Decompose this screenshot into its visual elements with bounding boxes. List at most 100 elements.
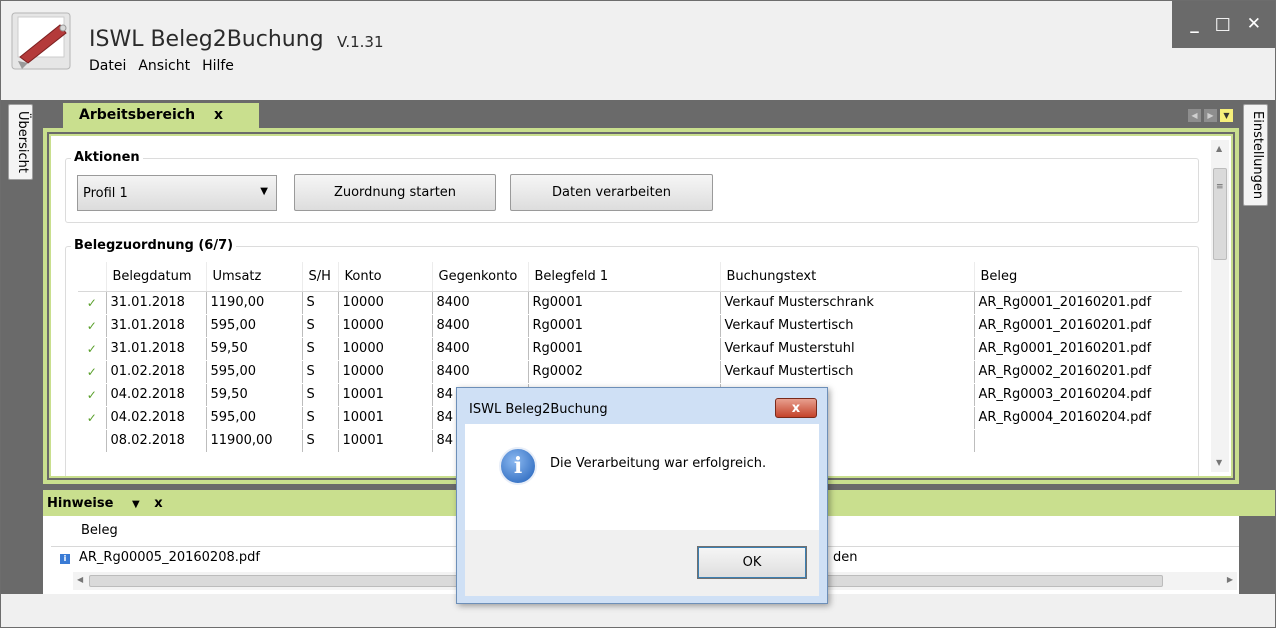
- scroll-up-icon[interactable]: ▲: [1216, 144, 1222, 153]
- cell-belegdatum: 04.02.2018: [106, 383, 207, 407]
- dialog-footer: OK: [465, 530, 819, 596]
- document-tab-strip: Arbeitsbereich x ◀ ▶ ▼: [39, 100, 1239, 128]
- cell-konto: 10001: [338, 383, 433, 407]
- cell-sh: S: [302, 291, 339, 315]
- tab-arbeitsbereich-label: Arbeitsbereich: [79, 107, 196, 123]
- menu-item-datei[interactable]: Datei: [89, 58, 126, 74]
- check-icon: ✓: [78, 314, 107, 338]
- dialog-body: i Die Verarbeitung war erfolgreich.: [465, 424, 819, 530]
- cell-konto: 10001: [338, 406, 433, 430]
- info-icon: i: [60, 553, 70, 564]
- hinweise-close-icon[interactable]: x: [154, 496, 162, 511]
- cell-beleg: AR_Rg0001_20160201.pdf: [974, 337, 1182, 361]
- cell-belegfeld: Rg0001: [528, 337, 721, 361]
- check-icon: [78, 429, 107, 453]
- dialog-message: Die Verarbeitung war erfolgreich.: [550, 456, 767, 471]
- cell-beleg: AR_Rg0001_20160201.pdf: [974, 291, 1182, 315]
- cell-umsatz: 59,50: [206, 383, 303, 407]
- cell-konto: 10001: [338, 429, 433, 453]
- cell-sh: S: [302, 314, 339, 338]
- cell-konto: 10000: [338, 337, 433, 361]
- menu-bar: Datei Ansicht Hilfe: [89, 58, 234, 74]
- menu-item-hilfe[interactable]: Hilfe: [202, 58, 234, 74]
- column-header-umsatz[interactable]: Umsatz: [206, 262, 303, 292]
- cell-belegfeld: Rg0001: [528, 291, 721, 315]
- hinweise-row-beleg: AR_Rg00005_20160208.pdf: [79, 549, 260, 565]
- vertical-scrollbar[interactable]: ▲ ≡ ▼: [1211, 140, 1229, 472]
- cell-sh: S: [302, 360, 339, 384]
- cell-umsatz: 1190,00: [206, 291, 303, 315]
- scroll-left-icon[interactable]: ◀: [77, 575, 83, 584]
- hinweise-title: Hinweise: [47, 496, 114, 511]
- column-header-belegdatum[interactable]: Belegdatum: [106, 262, 207, 292]
- column-header-check[interactable]: [78, 262, 107, 292]
- close-button[interactable]: ✕: [1247, 16, 1261, 33]
- app-title: ISWL Beleg2Buchung: [89, 27, 324, 52]
- info-icon: i: [499, 447, 537, 485]
- check-icon: ✓: [78, 337, 107, 361]
- cell-beleg: AR_Rg0004_20160204.pdf: [974, 406, 1182, 430]
- cell-umsatz: 11900,00: [206, 429, 303, 453]
- cell-gegenkonto: 8400: [432, 360, 529, 384]
- table-row[interactable]: ✓ 31.01.2018 595,00 S 10000 8400 Rg0001 Verkauf…: [78, 314, 1182, 338]
- tab-close-icon[interactable]: x: [214, 107, 223, 123]
- daten-verarbeiten-button[interactable]: Daten verarbeiten: [510, 174, 713, 211]
- cell-belegdatum: 04.02.2018: [106, 406, 207, 430]
- cell-konto: 10000: [338, 360, 433, 384]
- tab-arbeitsbereich[interactable]: Arbeitsbereich x: [63, 103, 259, 128]
- menu-item-ansicht[interactable]: Ansicht: [138, 58, 190, 74]
- tab-dropdown-icon[interactable]: ▼: [1220, 109, 1233, 122]
- column-header-belegfeld[interactable]: Belegfeld 1: [528, 262, 721, 292]
- side-tab-einstellungen[interactable]: Einstellungen: [1243, 104, 1268, 206]
- cell-beleg: AR_Rg0003_20160204.pdf: [974, 383, 1182, 407]
- table-row[interactable]: ✓ 31.01.2018 59,50 S 10000 8400 Rg0001 Verkauf …: [78, 337, 1182, 361]
- profile-select[interactable]: Profil 1 ▼: [77, 175, 277, 211]
- cell-belegdatum: 01.02.2018: [106, 360, 207, 384]
- check-icon: ✓: [78, 360, 107, 384]
- table-row[interactable]: ✓ 01.02.2018 595,00 S 10000 8400 Rg0002 Verkauf…: [78, 360, 1182, 384]
- minimize-button[interactable]: _: [1190, 16, 1199, 33]
- zuordnung-starten-button[interactable]: Zuordnung starten: [294, 174, 496, 211]
- cell-belegdatum: 31.01.2018: [106, 291, 207, 315]
- tab-scroll-right-icon[interactable]: ▶: [1204, 109, 1217, 122]
- column-header-gegenkonto[interactable]: Gegenkonto: [432, 262, 529, 292]
- cell-beleg: AR_Rg0002_20160201.pdf: [974, 360, 1182, 384]
- column-header-konto[interactable]: Konto: [338, 262, 433, 292]
- ok-button[interactable]: OK: [697, 546, 807, 579]
- side-tab-uebersicht[interactable]: Übersicht: [8, 104, 33, 180]
- app-version: V.1.31: [337, 33, 384, 51]
- cell-belegfeld: Rg0001: [528, 314, 721, 338]
- scroll-down-icon[interactable]: ▼: [1216, 458, 1222, 467]
- app-window: ISWL Beleg2Buchung V.1.31 Datei Ansicht …: [0, 0, 1276, 628]
- cell-belegdatum: 08.02.2018: [106, 429, 207, 453]
- cell-konto: 10000: [338, 291, 433, 315]
- cell-gegenkonto: 8400: [432, 337, 529, 361]
- cell-buchungstext: Verkauf Mustertisch: [720, 360, 975, 384]
- scroll-right-icon[interactable]: ▶: [1227, 575, 1233, 584]
- cell-sh: S: [302, 337, 339, 361]
- column-header-beleg[interactable]: Beleg: [974, 262, 1182, 292]
- cell-gegenkonto: 8400: [432, 314, 529, 338]
- tab-navigation: ◀ ▶ ▼: [1188, 109, 1233, 122]
- check-icon: ✓: [78, 383, 107, 407]
- cell-umsatz: 595,00: [206, 406, 303, 430]
- cell-umsatz: 595,00: [206, 360, 303, 384]
- table-header-row: Belegdatum Umsatz S/H Konto Gegenkonto B…: [78, 262, 1182, 292]
- column-header-buchungstext[interactable]: Buchungstext: [720, 262, 975, 292]
- cell-konto: 10000: [338, 314, 433, 338]
- app-logo-icon: [11, 12, 71, 70]
- dialog-title: ISWL Beleg2Buchung: [469, 402, 608, 417]
- hinweise-dropdown-icon[interactable]: ▼: [132, 499, 140, 510]
- belegzuordnung-title: Belegzuordnung (6/7): [71, 238, 237, 253]
- dialog-close-button[interactable]: x: [775, 398, 817, 418]
- cell-belegdatum: 31.01.2018: [106, 337, 207, 361]
- table-row[interactable]: ✓ 31.01.2018 1190,00 S 10000 8400 Rg0001 Verkau…: [78, 291, 1182, 315]
- column-header-sh[interactable]: S/H: [302, 262, 339, 292]
- cell-beleg: [974, 429, 1182, 453]
- message-dialog: ISWL Beleg2Buchung x i Die Verarbeitung …: [456, 387, 828, 604]
- tab-scroll-left-icon[interactable]: ◀: [1188, 109, 1201, 122]
- profile-select-value: Profil 1: [83, 186, 128, 201]
- cell-buchungstext: Verkauf Mustertisch: [720, 314, 975, 338]
- maximize-button[interactable]: □: [1215, 16, 1231, 33]
- cell-sh: S: [302, 429, 339, 453]
